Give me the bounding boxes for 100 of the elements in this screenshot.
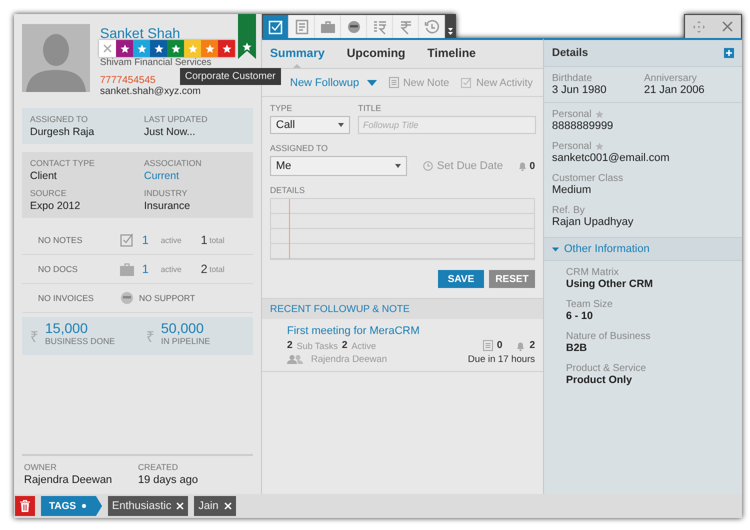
field-value: sanketc001@email.com bbox=[552, 152, 671, 164]
star-icon[interactable] bbox=[595, 142, 604, 151]
bookmark-ribbon[interactable] bbox=[238, 14, 256, 59]
field-label: Product & Service bbox=[566, 363, 648, 374]
tab[interactable]: Summary bbox=[270, 46, 325, 68]
remove-tag-button[interactable] bbox=[224, 502, 232, 510]
tag-chip: Jain bbox=[194, 496, 236, 516]
subtask-label: Sub Tasks bbox=[296, 340, 338, 350]
field-value: Medium bbox=[552, 184, 592, 196]
action-button[interactable]: New Followup bbox=[290, 76, 378, 88]
field-label: Ref. By bbox=[552, 205, 585, 216]
field-value: Durgesh Raja bbox=[30, 126, 96, 138]
field-value: 8888889999 bbox=[552, 120, 614, 132]
add-icon[interactable] bbox=[724, 48, 734, 58]
assignee-dropdown[interactable]: Me bbox=[270, 156, 407, 176]
action-button[interactable]: New Activity bbox=[461, 76, 533, 88]
color-swatch[interactable] bbox=[167, 40, 184, 57]
total-count: 2 bbox=[200, 262, 208, 276]
color-swatch[interactable] bbox=[201, 40, 218, 57]
color-swatch[interactable] bbox=[150, 40, 167, 57]
note-count: 0 bbox=[496, 340, 502, 351]
tab[interactable]: Timeline bbox=[427, 46, 476, 68]
checkbox-icon bbox=[461, 77, 472, 88]
star-icon bbox=[170, 44, 180, 54]
reminder-count: 0 bbox=[529, 160, 535, 172]
more-button[interactable] bbox=[445, 15, 455, 38]
active-label: Active bbox=[351, 340, 376, 350]
section-header: RECENT FOLLOWUP & NOTE bbox=[262, 298, 543, 319]
contact-name: Sanket Shah bbox=[100, 25, 182, 41]
stat-label: NO NOTES bbox=[38, 235, 84, 245]
section-header[interactable]: Other Information bbox=[544, 237, 742, 261]
total-count: 1 bbox=[200, 233, 208, 247]
stat-label: NO INVOICES bbox=[38, 293, 95, 303]
dot-icon bbox=[82, 504, 86, 508]
details-field[interactable] bbox=[270, 198, 535, 260]
delete-button[interactable] bbox=[15, 496, 35, 516]
field-value: Client bbox=[30, 170, 58, 182]
field-label: ASSIGNED TO bbox=[270, 143, 329, 153]
remove-tag-button[interactable] bbox=[176, 502, 184, 510]
support-icon bbox=[120, 291, 134, 305]
move-icon bbox=[693, 20, 705, 32]
clock-icon bbox=[423, 161, 433, 171]
color-swatch[interactable] bbox=[116, 40, 133, 57]
type-dropdown[interactable]: Call bbox=[270, 116, 350, 134]
star-icon[interactable] bbox=[595, 110, 604, 119]
history-icon bbox=[424, 18, 440, 34]
close-icon bbox=[103, 44, 112, 53]
star-icon bbox=[188, 44, 198, 54]
field-label: OWNER bbox=[24, 462, 58, 472]
field-label: LAST UPDATED bbox=[144, 114, 208, 124]
checkbox-icon bbox=[120, 233, 134, 247]
followup-link[interactable]: First meeting for MeraCRM bbox=[287, 325, 535, 337]
field-value: Product Only bbox=[566, 374, 633, 386]
due-text: Due in 17 hours bbox=[468, 354, 535, 365]
field-label: Anniversary bbox=[644, 73, 698, 84]
field-value: 6 - 10 bbox=[566, 310, 594, 322]
stat-text: NO SUPPORT bbox=[139, 293, 196, 303]
toolbar-button[interactable] bbox=[263, 15, 289, 38]
support-icon bbox=[346, 18, 362, 34]
save-button[interactable]: SAVE bbox=[438, 270, 484, 288]
field-value: Just Now... bbox=[144, 126, 196, 138]
action-button[interactable]: New Note bbox=[389, 76, 450, 88]
caret-icon bbox=[293, 64, 302, 68]
tooltip: Corporate Customer bbox=[180, 68, 281, 85]
field-value: 3 Jun 1980 bbox=[552, 84, 608, 96]
amount: 15,000 bbox=[45, 320, 89, 336]
close-icon bbox=[722, 21, 732, 32]
title-field[interactable]: Followup Title bbox=[358, 116, 536, 134]
field-link[interactable]: Current bbox=[144, 170, 245, 182]
note-icon bbox=[389, 77, 400, 88]
checkbox-icon bbox=[268, 18, 284, 34]
panel-title: Details bbox=[552, 47, 588, 59]
field-label: Birthdate bbox=[552, 73, 594, 84]
total-label: total bbox=[209, 236, 226, 244]
due-date-button[interactable]: Set Due Date bbox=[423, 160, 504, 172]
reset-button[interactable]: RESET bbox=[489, 270, 535, 288]
clear-color-button[interactable] bbox=[99, 40, 116, 57]
field-label: CONTACT TYPE bbox=[30, 158, 96, 168]
star-icon bbox=[154, 44, 164, 54]
trash-icon bbox=[20, 500, 30, 512]
caret-icon bbox=[338, 123, 344, 127]
field-label: Customer Class bbox=[552, 173, 624, 184]
field-label: Team Size bbox=[566, 299, 614, 310]
people-icon bbox=[287, 355, 303, 364]
reminder-count: 2 bbox=[529, 340, 535, 351]
note-icon bbox=[482, 340, 493, 351]
briefcase-icon bbox=[120, 262, 134, 276]
color-swatch[interactable] bbox=[184, 40, 201, 57]
color-swatch[interactable] bbox=[218, 40, 235, 57]
tab[interactable]: Upcoming bbox=[346, 46, 406, 68]
color-swatch[interactable] bbox=[133, 40, 150, 57]
total-label: total bbox=[209, 264, 226, 274]
subtask-count: 2 bbox=[287, 340, 293, 351]
bell-icon bbox=[516, 340, 526, 350]
caret-icon bbox=[367, 80, 378, 86]
amount: 50,000 bbox=[161, 320, 205, 336]
currency-symbol: ₹ bbox=[146, 328, 155, 346]
toolbar-button[interactable] bbox=[341, 15, 367, 38]
invoice-icon bbox=[372, 18, 388, 34]
currency-symbol: ₹ bbox=[30, 328, 39, 346]
